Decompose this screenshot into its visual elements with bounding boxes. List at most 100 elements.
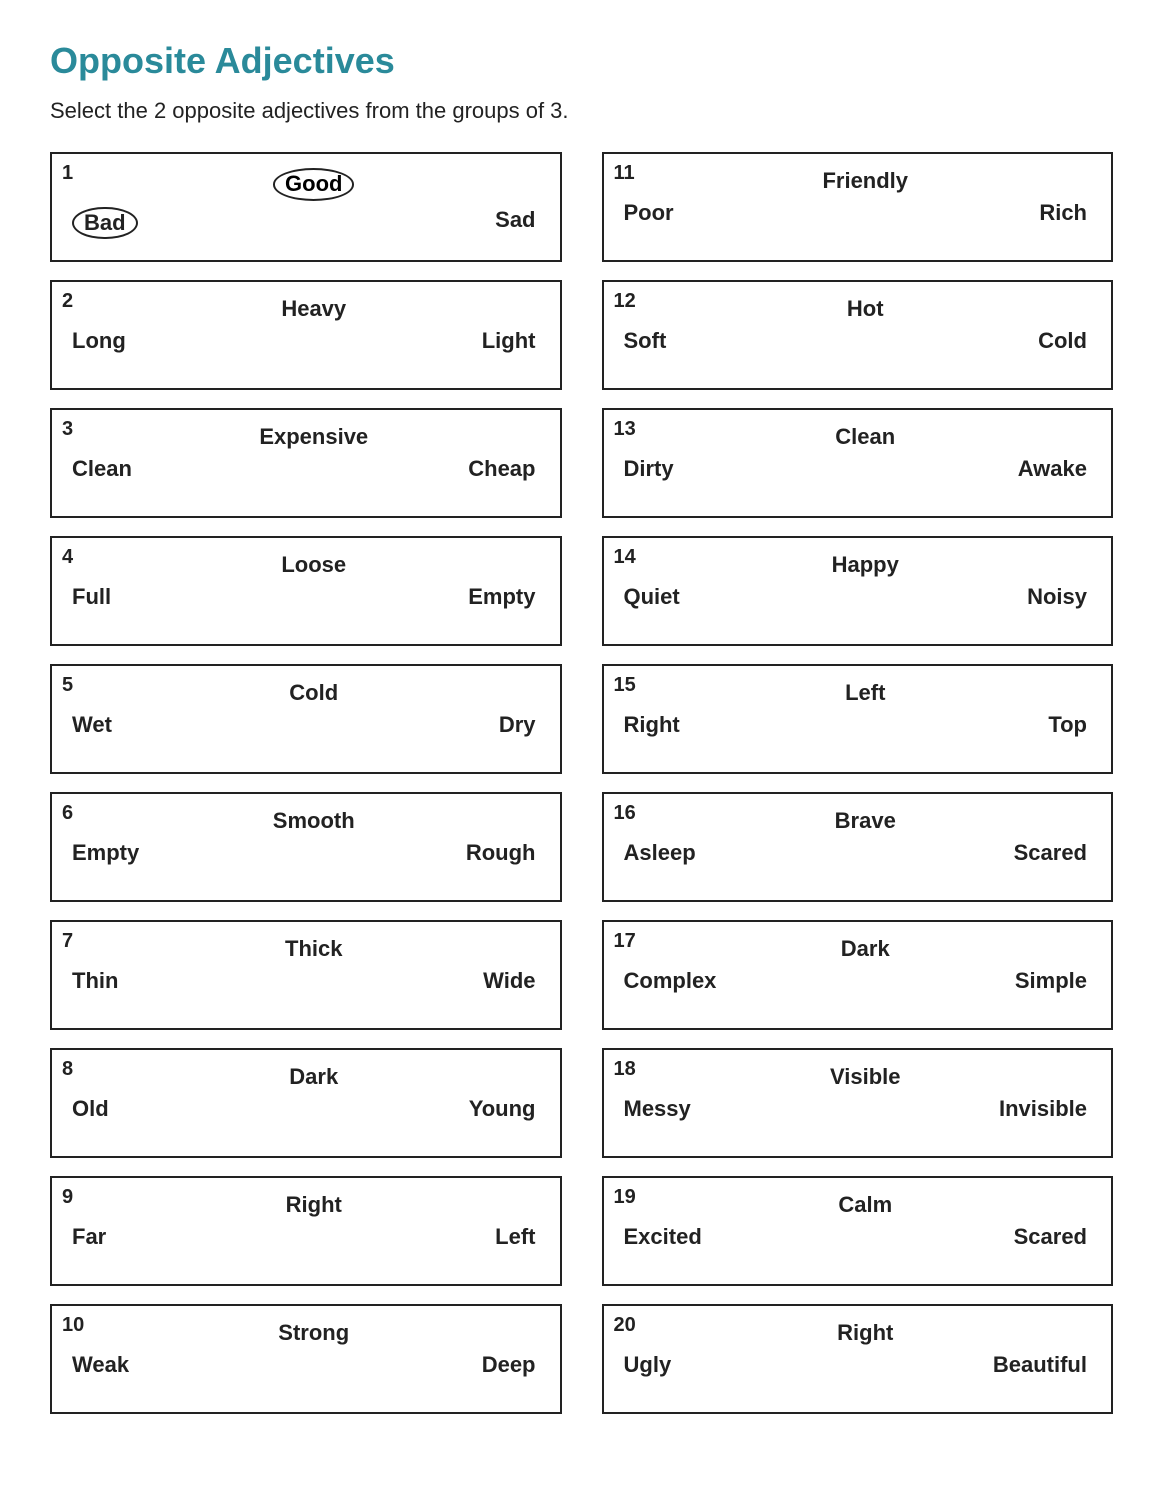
card-bottom-19: Excited Scared — [614, 1218, 1098, 1250]
card-right-word-19: Scared — [1014, 1224, 1087, 1250]
card-right-word-20: Beautiful — [993, 1352, 1087, 1378]
card-number-13: 13 — [614, 418, 636, 441]
card-right-word-1: Sad — [495, 207, 535, 240]
card-bottom-2: Long Light — [62, 322, 546, 354]
card-left-word-2: Long — [72, 328, 126, 354]
card-top-word-10: Strong — [62, 1320, 546, 1346]
card-number-9: 9 — [62, 1186, 73, 1209]
card-9: 9Right Far Left — [50, 1176, 562, 1286]
card-bottom-15: Right Top — [614, 706, 1098, 738]
card-number-18: 18 — [614, 1058, 636, 1081]
card-top-word-19: Calm — [614, 1192, 1098, 1218]
card-right-word-18: Invisible — [999, 1096, 1087, 1122]
card-3: 3ExpensiveCleanCheap — [50, 408, 562, 518]
card-14: 14HappyQuietNoisy — [602, 536, 1114, 646]
card-10: 10Strong Weak Deep — [50, 1304, 562, 1414]
card-bottom-8: Old Young — [62, 1090, 546, 1122]
card-number-12: 12 — [614, 290, 636, 313]
card-top-word-12: Hot — [614, 296, 1098, 322]
card-right-word-12: Cold — [1038, 328, 1087, 354]
card-left-word-11: Poor — [624, 200, 674, 226]
card-right-word-3: Cheap — [468, 456, 535, 482]
card-top-word-1: Good — [62, 168, 546, 201]
card-15: 15LeftRightTop — [602, 664, 1114, 774]
subtitle: Select the 2 opposite adjectives from th… — [50, 98, 1113, 124]
card-2: 2HeavyLongLight — [50, 280, 562, 390]
card-left-word-6: Empty — [72, 840, 139, 866]
card-left-word-5: Wet — [72, 712, 112, 738]
card-right-word-11: Rich — [1039, 200, 1087, 226]
card-left-word-9: Far — [72, 1224, 106, 1250]
card-left-word-1: Bad — [72, 207, 138, 240]
card-left-word-14: Quiet — [624, 584, 680, 610]
card-6: 6SmoothEmptyRough — [50, 792, 562, 902]
card-left-word-4: Full — [72, 584, 111, 610]
card-right-word-13: Awake — [1018, 456, 1087, 482]
card-4: 4LooseFullEmpty — [50, 536, 562, 646]
card-top-word-15: Left — [614, 680, 1098, 706]
card-top-word-17: Dark — [614, 936, 1098, 962]
card-left-word-8: Old — [72, 1096, 109, 1122]
card-number-17: 17 — [614, 930, 636, 953]
card-left-word-19: Excited — [624, 1224, 702, 1250]
card-right-word-9: Left — [495, 1224, 535, 1250]
card-bottom-11: Poor Rich — [614, 194, 1098, 226]
card-1: 1GoodBadSad — [50, 152, 562, 262]
card-20: 20RightUglyBeautiful — [602, 1304, 1114, 1414]
card-number-10: 10 — [62, 1314, 84, 1337]
card-right-word-2: Light — [482, 328, 536, 354]
card-top-word-5: Cold — [62, 680, 546, 706]
card-13: 13CleanDirtyAwake — [602, 408, 1114, 518]
card-top-word-6: Smooth — [62, 808, 546, 834]
cards-grid: 1GoodBadSad11FriendlyPoorRich2HeavyLongL… — [50, 152, 1113, 1414]
card-number-5: 5 — [62, 674, 73, 697]
card-top-word-20: Right — [614, 1320, 1098, 1346]
card-right-word-7: Wide — [483, 968, 535, 994]
card-12: 12Hot Soft Cold — [602, 280, 1114, 390]
card-left-word-15: Right — [624, 712, 680, 738]
card-right-word-4: Empty — [468, 584, 535, 610]
card-bottom-12: Soft Cold — [614, 322, 1098, 354]
card-number-11: 11 — [614, 162, 635, 185]
card-right-word-8: Young — [469, 1096, 536, 1122]
card-left-word-7: Thin — [72, 968, 118, 994]
card-left-word-18: Messy — [624, 1096, 691, 1122]
card-right-word-6: Rough — [466, 840, 536, 866]
card-number-4: 4 — [62, 546, 73, 569]
card-top-word-11: Friendly — [614, 168, 1098, 194]
card-bottom-14: QuietNoisy — [614, 578, 1098, 610]
card-top-word-9: Right — [62, 1192, 546, 1218]
card-top-word-3: Expensive — [62, 424, 546, 450]
card-bottom-3: Clean Cheap — [62, 450, 546, 482]
card-left-word-10: Weak — [72, 1352, 129, 1378]
card-bottom-1: Bad Sad — [62, 201, 546, 240]
card-bottom-9: Far Left — [62, 1218, 546, 1250]
card-number-19: 19 — [614, 1186, 636, 1209]
card-left-word-16: Asleep — [624, 840, 696, 866]
card-top-word-16: Brave — [614, 808, 1098, 834]
card-left-word-12: Soft — [624, 328, 667, 354]
card-bottom-16: Asleep Scared — [614, 834, 1098, 866]
card-bottom-20: UglyBeautiful — [614, 1346, 1098, 1378]
card-top-word-14: Happy — [614, 552, 1098, 578]
card-top-word-8: Dark — [62, 1064, 546, 1090]
card-18: 18VisibleMessyInvisible — [602, 1048, 1114, 1158]
card-right-word-5: Dry — [499, 712, 536, 738]
card-left-word-3: Clean — [72, 456, 132, 482]
card-top-word-2: Heavy — [62, 296, 546, 322]
card-right-word-16: Scared — [1014, 840, 1087, 866]
card-7: 7Thick Thin Wide — [50, 920, 562, 1030]
card-11: 11Friendly Poor Rich — [602, 152, 1114, 262]
card-top-word-7: Thick — [62, 936, 546, 962]
card-number-8: 8 — [62, 1058, 73, 1081]
card-top-word-13: Clean — [614, 424, 1098, 450]
card-number-7: 7 — [62, 930, 73, 953]
card-right-word-15: Top — [1048, 712, 1087, 738]
card-19: 19Calm Excited Scared — [602, 1176, 1114, 1286]
card-right-word-10: Deep — [482, 1352, 536, 1378]
card-right-word-17: Simple — [1015, 968, 1087, 994]
card-bottom-4: Full Empty — [62, 578, 546, 610]
card-bottom-5: Wet Dry — [62, 706, 546, 738]
card-bottom-7: Thin Wide — [62, 962, 546, 994]
card-number-14: 14 — [614, 546, 636, 569]
